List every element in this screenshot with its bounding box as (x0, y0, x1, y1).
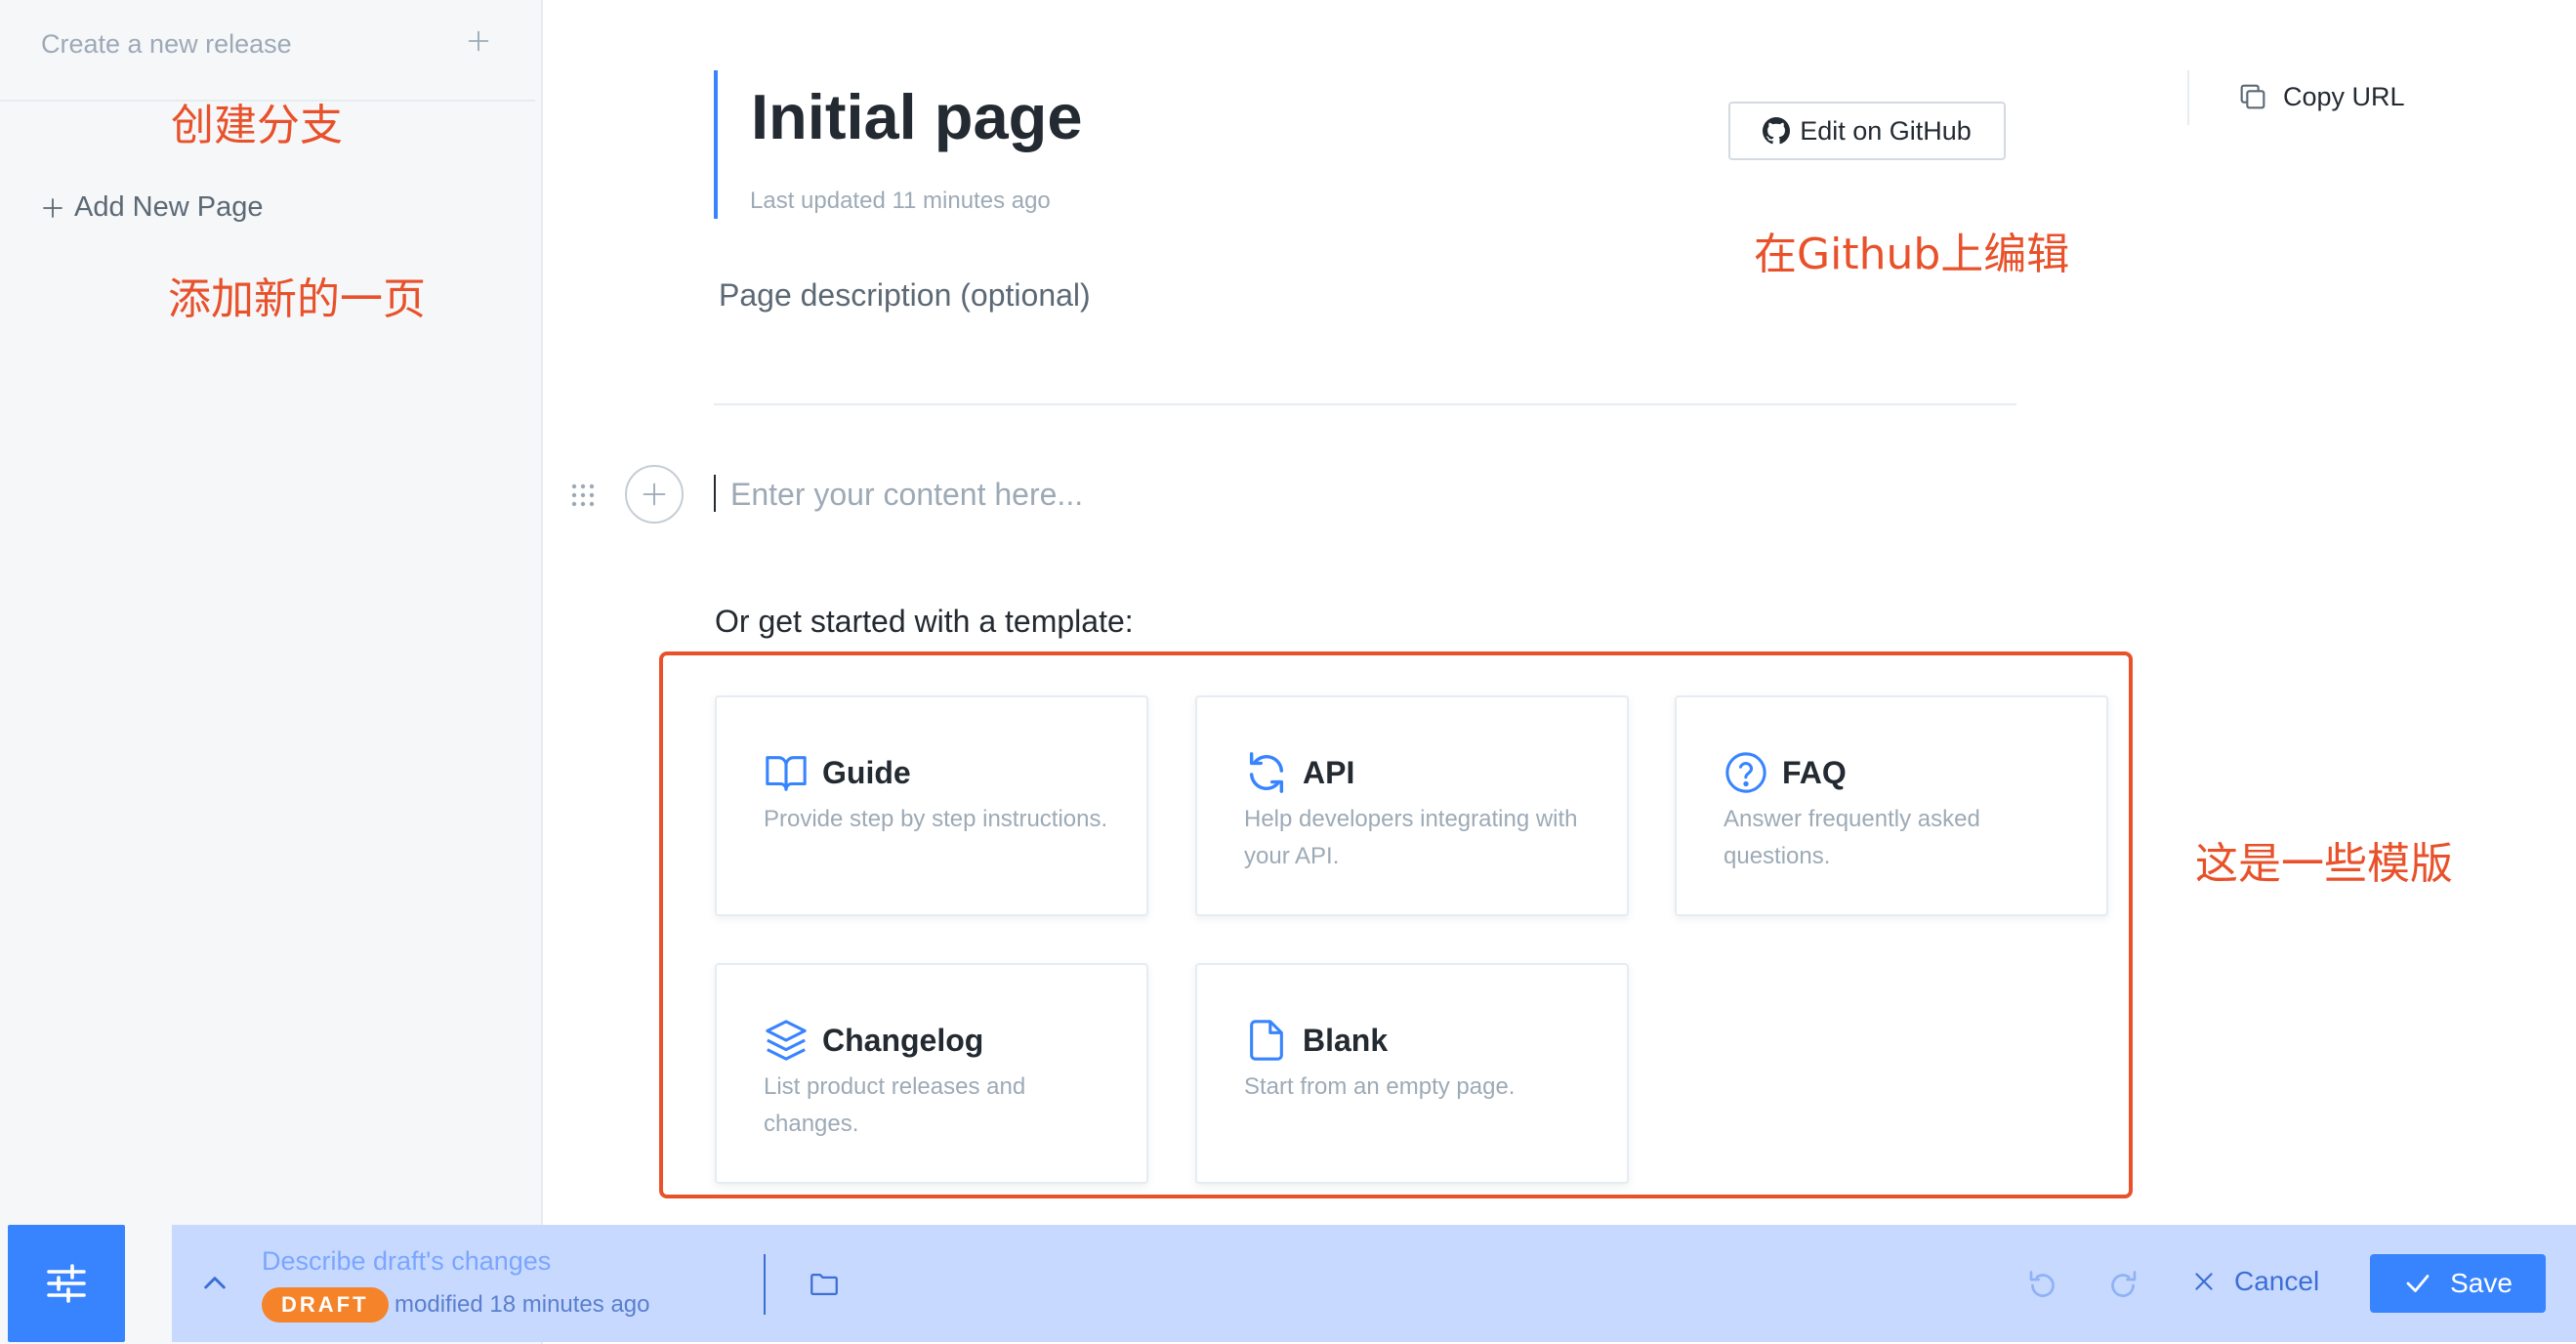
refresh-icon (1244, 750, 1289, 795)
sidebar: Create a new release Add New Page (0, 0, 543, 1344)
check-icon (2406, 1275, 2430, 1292)
content-editor-input[interactable]: Enter your content here... (730, 477, 1083, 513)
add-release-icon[interactable] (465, 27, 492, 55)
add-new-page-label: Add New Page (74, 191, 264, 223)
github-icon (1763, 117, 1791, 145)
file-icon (1244, 1018, 1289, 1063)
card-description: List product releases and changes. (764, 1073, 1026, 1137)
save-label: Save (2450, 1268, 2513, 1298)
template-card-blank[interactable]: Blank Start from an empty page. (1195, 963, 1629, 1184)
redo-icon[interactable] (2105, 1268, 2140, 1303)
annotation-edit-on-github: 在Github上编辑 (1754, 230, 2070, 279)
card-description: Provide step by step instructions. (764, 806, 1108, 832)
template-card-changelog[interactable]: Changelog List product releases and chan… (715, 963, 1148, 1184)
settings-button[interactable] (8, 1225, 125, 1342)
header-right-separator (2187, 70, 2189, 125)
text-caret (714, 475, 716, 512)
template-card-api[interactable]: API Help developers integrating with you… (1195, 695, 1629, 916)
card-header: Guide (764, 750, 911, 795)
sliders-icon (47, 1264, 86, 1303)
cancel-label: Cancel (2234, 1266, 2320, 1296)
create-release-label[interactable]: Create a new release (41, 29, 292, 60)
question-circle-icon (1724, 750, 1768, 795)
card-title: API (1303, 754, 1355, 790)
card-title: FAQ (1782, 754, 1847, 790)
edit-on-github-label: Edit on GitHub (1800, 115, 1972, 146)
card-title: Changelog (822, 1022, 984, 1058)
annotation-create-branch: 创建分支 (171, 101, 343, 150)
card-description: Answer frequently asked questions. (1724, 806, 1980, 869)
plus-icon (43, 197, 62, 218)
draft-badge: DRAFT (262, 1287, 389, 1323)
save-button[interactable]: Save (2370, 1254, 2546, 1313)
copy-url-button[interactable]: Copy URL (2236, 80, 2405, 113)
release-header[interactable]: Create a new release (0, 0, 535, 102)
book-open-icon (764, 750, 809, 795)
add-block-button[interactable] (625, 465, 684, 524)
last-updated-text: Last updated 11 minutes ago (750, 188, 1051, 214)
template-card-faq[interactable]: FAQ Answer frequently asked questions. (1675, 695, 2108, 916)
page-description-input[interactable]: Page description (optional) (719, 277, 1091, 314)
layers-icon (764, 1018, 809, 1063)
add-new-page-button[interactable]: Add New Page (41, 191, 263, 224)
card-description: Help developers integrating with your AP… (1244, 806, 1578, 869)
plus-icon (643, 483, 666, 506)
title-accent-bar (714, 70, 718, 219)
page-title[interactable]: Initial page (751, 80, 1083, 153)
header-divider (714, 403, 2016, 405)
drag-handle-icon[interactable] (570, 483, 596, 508)
annotation-templates: 这是一些模版 (2195, 839, 2453, 889)
card-header: FAQ (1724, 750, 1847, 795)
close-icon (2195, 1273, 2213, 1290)
card-header: API (1244, 750, 1354, 795)
undo-icon[interactable] (2025, 1268, 2060, 1303)
annotation-add-new-page: 添加新的一页 (168, 274, 426, 324)
edit-on-github-button[interactable]: Edit on GitHub (1728, 102, 2006, 160)
chevron-up-icon[interactable] (199, 1268, 230, 1299)
card-description: Start from an empty page. (1244, 1073, 1516, 1100)
folder-icon[interactable] (807, 1268, 842, 1301)
template-card-guide[interactable]: Guide Provide step by step instructions. (715, 695, 1148, 916)
templates-heading: Or get started with a template: (715, 604, 1134, 639)
copy-icon (2240, 84, 2265, 109)
draft-modified-text: modified 18 minutes ago (395, 1291, 650, 1318)
draft-bar: Describe draft's changes DRAFT modified … (172, 1225, 2576, 1342)
describe-changes-input[interactable]: Describe draft's changes (262, 1246, 551, 1277)
card-title: Blank (1303, 1022, 1389, 1058)
cancel-button[interactable]: Cancel (2191, 1266, 2319, 1297)
copy-url-label: Copy URL (2283, 81, 2405, 111)
draft-bar-separator (764, 1254, 766, 1315)
card-header: Blank (1244, 1018, 1388, 1063)
card-header: Changelog (764, 1018, 983, 1063)
card-title: Guide (822, 754, 911, 790)
